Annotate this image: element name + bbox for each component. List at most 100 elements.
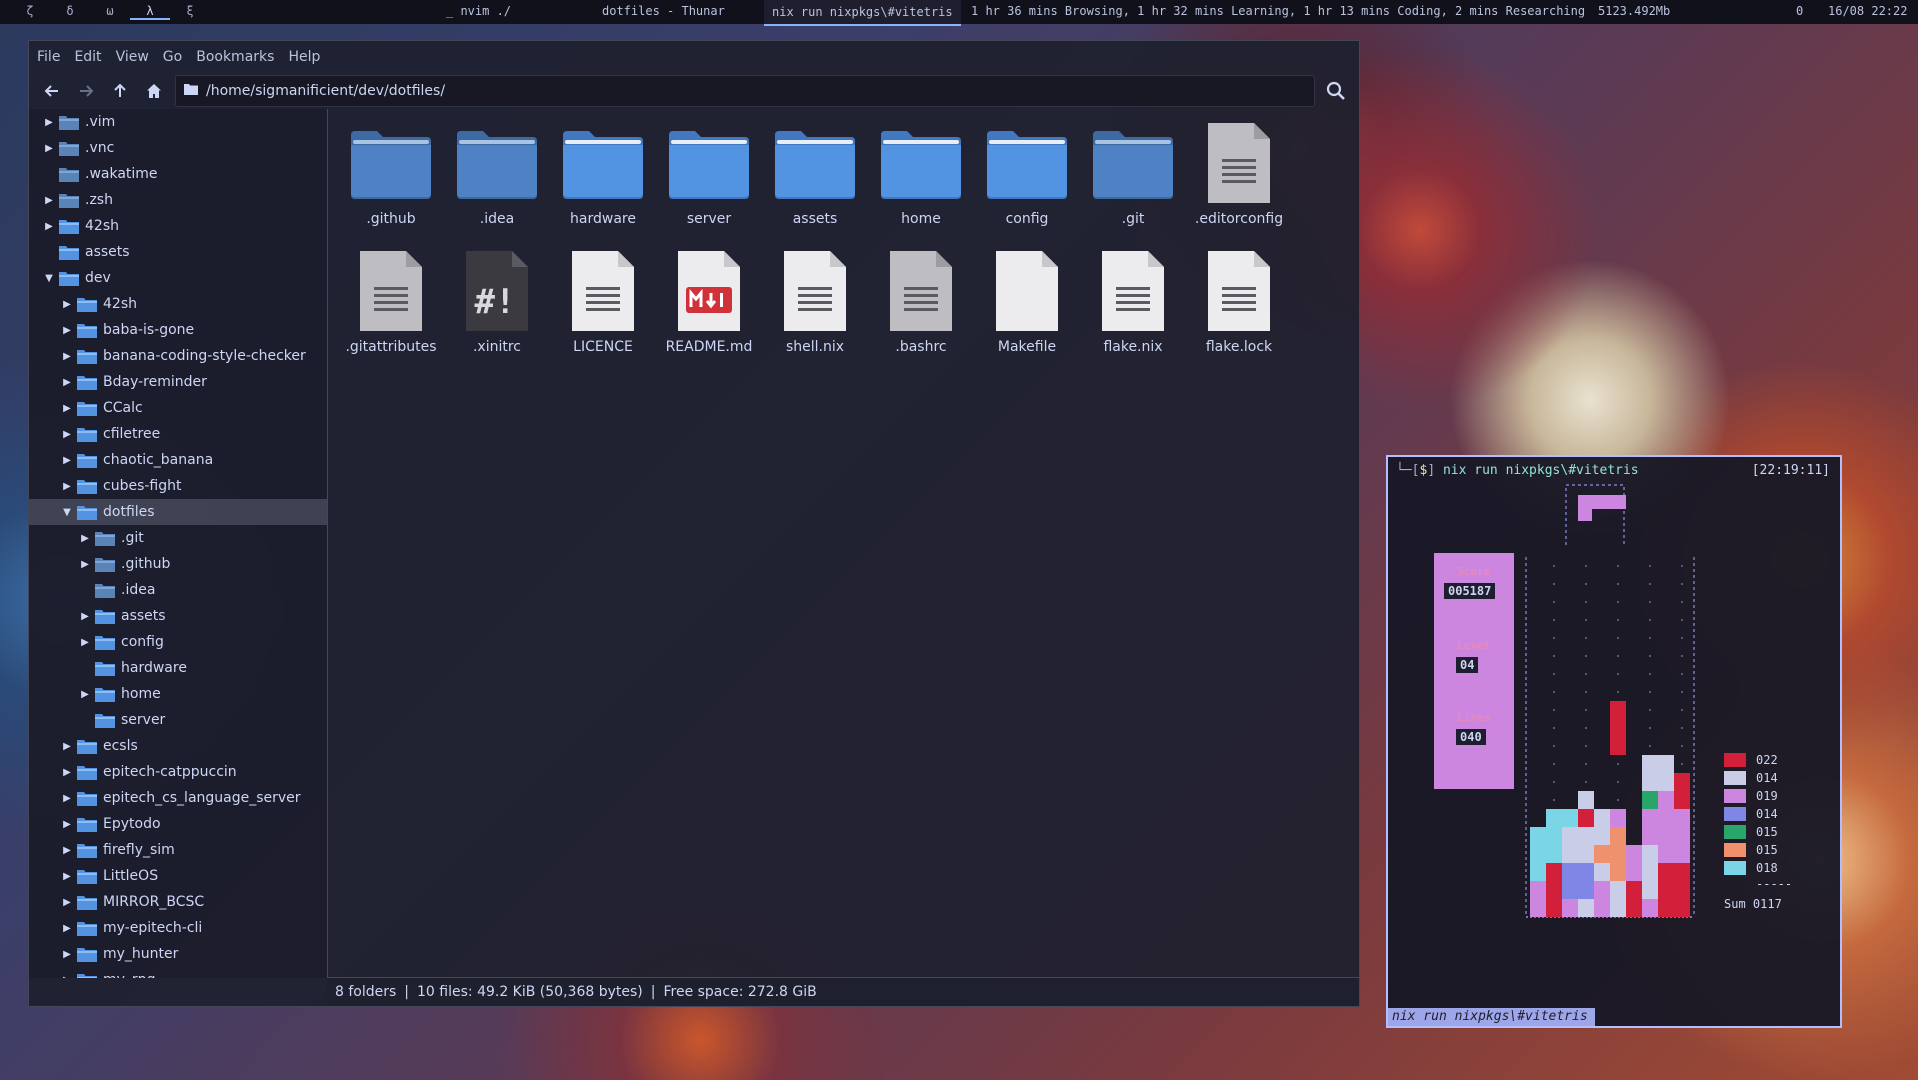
expander-collapsed-icon[interactable]: ▶ xyxy=(41,117,57,128)
file-item[interactable]: flake.lock xyxy=(1186,249,1292,377)
workspace-3[interactable]: ω xyxy=(90,4,130,20)
tree-item-vnc[interactable]: ▶ .vnc xyxy=(29,135,327,161)
tree-item-github[interactable]: ▶ .github xyxy=(29,551,327,577)
expander-collapsed-icon[interactable]: ▶ xyxy=(41,195,57,206)
tree-item-littleos[interactable]: ▶ LittleOS xyxy=(29,863,327,889)
tree-item-hardware[interactable]: hardware xyxy=(29,655,327,681)
tree-item-my-rpg[interactable]: ▶ my_rpg xyxy=(29,967,327,978)
folder-item[interactable]: hardware xyxy=(550,121,656,249)
tree-item-ecsls[interactable]: ▶ ecsls xyxy=(29,733,327,759)
tree-item-epitech-catppuccin[interactable]: ▶ epitech-catppuccin xyxy=(29,759,327,785)
folder-item[interactable]: .git xyxy=(1080,121,1186,249)
expander-collapsed-icon[interactable]: ▶ xyxy=(59,923,75,934)
folder-item[interactable]: assets xyxy=(762,121,868,249)
tree-item-chaotic-banana[interactable]: ▶ chaotic_banana xyxy=(29,447,327,473)
tree-item-my-hunter[interactable]: ▶ my_hunter xyxy=(29,941,327,967)
tree-item-baba-is-gone[interactable]: ▶ baba-is-gone xyxy=(29,317,327,343)
up-button[interactable] xyxy=(103,76,137,106)
expander-collapsed-icon[interactable]: ▶ xyxy=(59,325,75,336)
window-title-nvim[interactable]: _ nvim ./ xyxy=(446,4,511,18)
folder-item[interactable]: .idea xyxy=(444,121,550,249)
expander-collapsed-icon[interactable]: ▶ xyxy=(59,767,75,778)
tree-item-dev[interactable]: ▼ dev xyxy=(29,265,327,291)
file-item[interactable]: .editorconfig xyxy=(1186,121,1292,249)
expander-collapsed-icon[interactable]: ▶ xyxy=(59,871,75,882)
tree-item-idea[interactable]: .idea xyxy=(29,577,327,603)
workspace-2[interactable]: δ xyxy=(50,4,90,20)
tree-item-assets[interactable]: ▶ assets xyxy=(29,603,327,629)
expander-collapsed-icon[interactable]: ▶ xyxy=(59,481,75,492)
tree-item-bday-reminder[interactable]: ▶ Bday-reminder xyxy=(29,369,327,395)
tree-item-mirror-bcsc[interactable]: ▶ MIRROR_BCSC xyxy=(29,889,327,915)
file-item[interactable]: #! .xinitrc xyxy=(444,249,550,377)
expander-expanded-icon[interactable]: ▼ xyxy=(59,507,75,518)
expander-collapsed-icon[interactable]: ▶ xyxy=(59,351,75,362)
back-button[interactable] xyxy=(35,76,69,106)
expander-collapsed-icon[interactable]: ▶ xyxy=(59,975,75,979)
expander-collapsed-icon[interactable]: ▶ xyxy=(59,949,75,960)
expander-collapsed-icon[interactable]: ▶ xyxy=(59,819,75,830)
expander-collapsed-icon[interactable]: ▶ xyxy=(77,611,93,622)
folder-item[interactable]: .github xyxy=(338,121,444,249)
expander-collapsed-icon[interactable]: ▶ xyxy=(77,689,93,700)
menu-go[interactable]: Go xyxy=(163,49,182,65)
expander-collapsed-icon[interactable]: ▶ xyxy=(59,845,75,856)
tree-item-dotfiles[interactable]: ▼ dotfiles xyxy=(29,499,327,525)
window-title-thunar[interactable]: dotfiles - Thunar xyxy=(602,4,725,18)
expander-collapsed-icon[interactable]: ▶ xyxy=(41,221,57,232)
expander-collapsed-icon[interactable]: ▶ xyxy=(59,793,75,804)
expander-collapsed-icon[interactable]: ▶ xyxy=(59,429,75,440)
tree-item-cfiletree[interactable]: ▶ cfiletree xyxy=(29,421,327,447)
tree-item-42sh[interactable]: ▶ 42sh xyxy=(29,291,327,317)
menu-file[interactable]: File xyxy=(37,49,60,65)
menu-edit[interactable]: Edit xyxy=(74,49,101,65)
file-item[interactable]: Makefile xyxy=(974,249,1080,377)
file-item[interactable]: LICENCE xyxy=(550,249,656,377)
folder-item[interactable]: home xyxy=(868,121,974,249)
expander-collapsed-icon[interactable]: ▶ xyxy=(59,897,75,908)
menu-view[interactable]: View xyxy=(116,49,149,65)
tree-item-server[interactable]: server xyxy=(29,707,327,733)
expander-expanded-icon[interactable]: ▼ xyxy=(41,273,57,284)
tree-item-firefly-sim[interactable]: ▶ firefly_sim xyxy=(29,837,327,863)
folder-item[interactable]: config xyxy=(974,121,1080,249)
expander-collapsed-icon[interactable]: ▶ xyxy=(41,143,57,154)
tree-item-zsh[interactable]: ▶ .zsh xyxy=(29,187,327,213)
file-item[interactable]: flake.nix xyxy=(1080,249,1186,377)
expander-collapsed-icon[interactable]: ▶ xyxy=(77,559,93,570)
folder-item[interactable]: server xyxy=(656,121,762,249)
search-button[interactable] xyxy=(1319,81,1353,101)
home-button[interactable] xyxy=(137,76,171,106)
tree-item-ccalc[interactable]: ▶ CCalc xyxy=(29,395,327,421)
expander-collapsed-icon[interactable]: ▶ xyxy=(59,455,75,466)
tree-item-my-epitech-cli[interactable]: ▶ my-epitech-cli xyxy=(29,915,327,941)
menu-help[interactable]: Help xyxy=(288,49,320,65)
expander-collapsed-icon[interactable]: ▶ xyxy=(77,637,93,648)
tree-item-wakatime[interactable]: .wakatime xyxy=(29,161,327,187)
file-item[interactable]: .bashrc xyxy=(868,249,974,377)
tree-item-home[interactable]: ▶ home xyxy=(29,681,327,707)
tree-item-epitech-cs-language-server[interactable]: ▶ epitech_cs_language_server xyxy=(29,785,327,811)
expander-collapsed-icon[interactable]: ▶ xyxy=(59,403,75,414)
tree-item-assets[interactable]: assets xyxy=(29,239,327,265)
expander-collapsed-icon[interactable]: ▶ xyxy=(59,741,75,752)
terminal-window[interactable]: └─[$] nix run nixpkgs\#vitetris [22:19:1… xyxy=(1386,455,1842,1028)
file-item[interactable]: .gitattributes xyxy=(338,249,444,377)
forward-button[interactable] xyxy=(69,76,103,106)
tree-item-banana-coding-style-checker[interactable]: ▶ banana-coding-style-checker xyxy=(29,343,327,369)
tree-item-config[interactable]: ▶ config xyxy=(29,629,327,655)
workspace-1[interactable]: ζ xyxy=(10,4,50,20)
expander-collapsed-icon[interactable]: ▶ xyxy=(77,533,93,544)
file-item[interactable]: README.md xyxy=(656,249,762,377)
tree-item-42sh[interactable]: ▶ 42sh xyxy=(29,213,327,239)
expander-collapsed-icon[interactable]: ▶ xyxy=(59,299,75,310)
tree-item-cubes-fight[interactable]: ▶ cubes-fight xyxy=(29,473,327,499)
tree-item-epytodo[interactable]: ▶ Epytodo xyxy=(29,811,327,837)
expander-collapsed-icon[interactable]: ▶ xyxy=(59,377,75,388)
menu-bookmarks[interactable]: Bookmarks xyxy=(196,49,274,65)
workspace-5[interactable]: ξ xyxy=(170,4,210,20)
tree-item-git[interactable]: ▶ .git xyxy=(29,525,327,551)
file-item[interactable]: shell.nix xyxy=(762,249,868,377)
workspace-4[interactable]: λ xyxy=(130,4,170,20)
window-title-terminal[interactable]: nix run nixpkgs\#vitetris xyxy=(764,0,961,26)
